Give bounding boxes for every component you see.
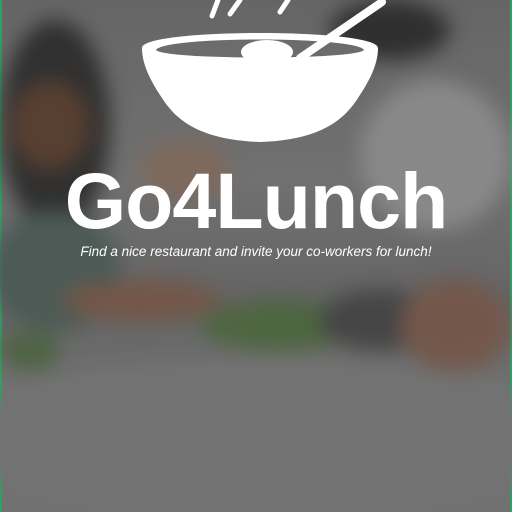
app-tagline: Find a nice restaurant and invite your c… xyxy=(80,244,432,259)
app-title: Go4Lunch xyxy=(64,156,449,245)
branding: Go4Lunch Find a nice restaurant and invi… xyxy=(0,0,512,512)
splash-screen: Go4Lunch Find a nice restaurant and invi… xyxy=(0,0,512,512)
soup-bowl-with-spoon-icon xyxy=(142,0,386,142)
